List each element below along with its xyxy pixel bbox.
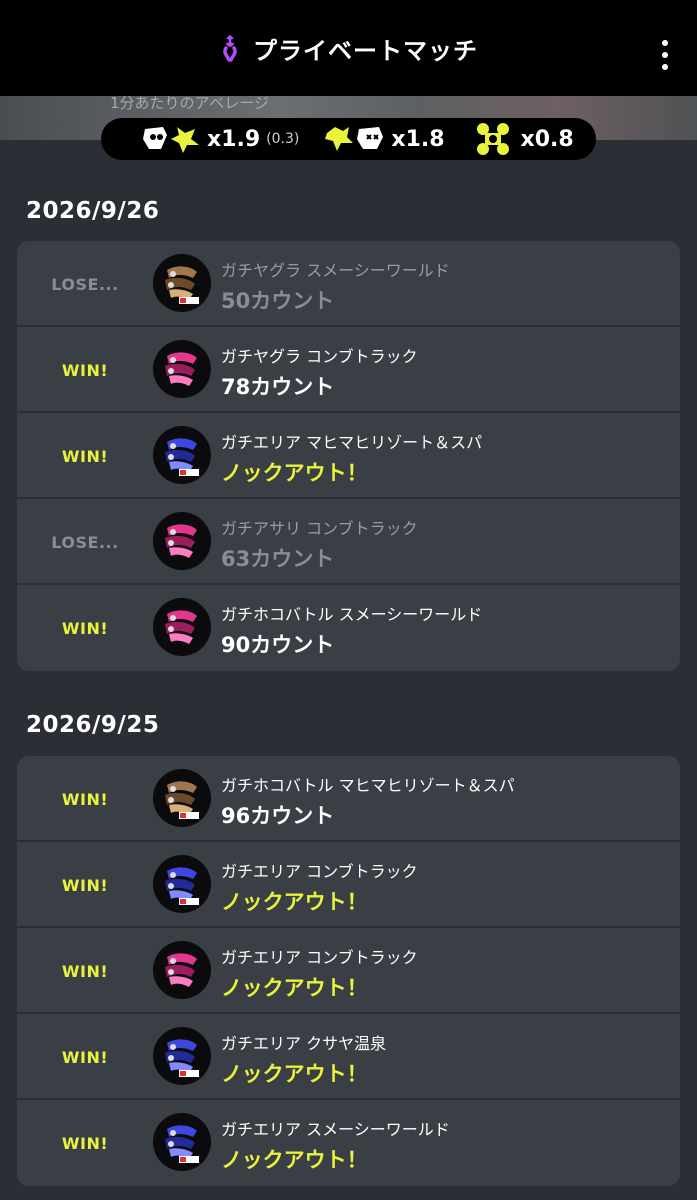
average-label: 1分あたりのアベレージ (110, 94, 269, 112)
weapon-avatar (153, 855, 211, 913)
date-heading: 2026/9/26 (26, 198, 160, 224)
specials-value: x0.8 (520, 126, 574, 152)
kills-assists-stat: x1.9 (0.3) (141, 123, 299, 155)
match-result: LOSE... (51, 274, 119, 294)
match-row[interactable]: WIN! ガチエリア コンブトラックノックアウト！ (17, 842, 680, 928)
match-score: 78カウント (221, 375, 335, 399)
match-score: 63カウント (221, 547, 335, 571)
match-row[interactable]: WIN! ガチエリア スメーシーワールドノックアウト！ (17, 1100, 680, 1186)
weapon-avatar (153, 512, 211, 570)
match-result: WIN! (61, 789, 109, 809)
special-icon (476, 123, 509, 155)
match-row[interactable]: LOSE... ガチアサリ コンブトラック 63カウント (17, 499, 680, 585)
match-row[interactable]: WIN! ガチエリア コンブトラックノックアウト！ (17, 928, 680, 1014)
mode-stage-label: ガチエリア コンブトラック (221, 948, 418, 967)
date-heading: 2026/9/25 (26, 712, 160, 738)
weapon-avatar (153, 598, 211, 656)
match-result: WIN! (61, 446, 109, 466)
weapon-avatar (153, 254, 211, 312)
match-score: 50カウント (221, 289, 335, 313)
weapon-avatar (153, 769, 211, 827)
weapon-icon (165, 953, 197, 987)
weapon-avatar (153, 426, 211, 484)
weapon-icon (165, 524, 197, 558)
match-row[interactable]: WIN! ガチヤグラ コンブトラック 78カウント (17, 327, 680, 413)
match-result: WIN! (61, 875, 109, 895)
match-result: LOSE... (51, 532, 119, 552)
weapon-avatar (153, 1027, 211, 1085)
page-title: プライベートマッチ (253, 36, 478, 65)
kills-value: x1.9 (207, 126, 261, 152)
weapon-icon (165, 781, 199, 819)
weapon-avatar (153, 1113, 211, 1171)
match-row[interactable]: WIN! ガチホコバトル マヒマヒリゾート＆スパ 96カウント (17, 756, 680, 842)
match-list-card: WIN! ガチホコバトル マヒマヒリゾート＆スパ 96カウント WIN! ガチエリア コ… (17, 756, 680, 1186)
weapon-icon (165, 610, 197, 644)
match-row[interactable]: WIN! ガチエリア クサヤ温泉ノックアウト！ (17, 1014, 680, 1100)
mode-stage-label: ガチホコバトル マヒマヒリゾート＆スパ (221, 776, 515, 795)
match-score: ノックアウト！ (221, 1062, 368, 1086)
match-row[interactable]: WIN! ガチエリア マヒマヒリゾート＆スパノックアウト！ (17, 413, 680, 499)
mode-stage-label: ガチホコバトル スメーシーワールド (221, 605, 483, 624)
match-result: WIN! (61, 961, 109, 981)
match-result: WIN! (61, 1133, 109, 1153)
weapon-icon (165, 1039, 199, 1077)
match-score: ノックアウト！ (221, 890, 368, 914)
match-score: 96カウント (221, 804, 335, 828)
match-row[interactable]: LOSE... ガチヤグラ スメーシーワールド 50カウント (17, 241, 680, 327)
match-list-card: LOSE... ガチヤグラ スメーシーワールド 50カウント WIN! ガチヤグラ コン… (17, 241, 680, 671)
match-result: WIN! (61, 1047, 109, 1067)
squid-icon (223, 35, 237, 62)
deaths-stat: x1.8 (325, 123, 445, 155)
weapon-icon (165, 1125, 199, 1163)
header-title-group: プライベートマッチ (219, 31, 478, 66)
weapon-avatar (153, 941, 211, 999)
assists-value: (0.3) (266, 131, 300, 147)
weapon-avatar (153, 340, 211, 398)
match-score: ノックアウト！ (221, 1148, 368, 1172)
mode-stage-label: ガチエリア コンブトラック (221, 862, 418, 881)
app-header: プライベートマッチ (0, 0, 697, 96)
mode-stage-label: ガチエリア クサヤ温泉 (221, 1034, 387, 1053)
mode-stage-label: ガチエリア マヒマヒリゾート＆スパ (221, 433, 483, 452)
match-score: ノックアウト！ (221, 461, 368, 485)
splatted-icon (325, 127, 384, 151)
menu-dot-icon (662, 40, 668, 46)
match-score: 90カウント (221, 633, 335, 657)
mode-stage-label: ガチエリア スメーシーワールド (221, 1120, 450, 1139)
match-score: ノックアウト！ (221, 976, 368, 1000)
more-menu-button[interactable] (659, 40, 671, 70)
weapon-icon (165, 266, 199, 304)
weapon-icon (165, 438, 199, 476)
match-result: WIN! (61, 360, 109, 380)
menu-dot-icon (662, 52, 668, 58)
menu-dot-icon (662, 64, 668, 70)
match-row[interactable]: WIN! ガチホコバトル スメーシーワールド 90カウント (17, 585, 680, 671)
weapon-icon (165, 867, 199, 905)
splat-assist-icon (143, 127, 199, 153)
mode-stage-label: ガチヤグラ スメーシーワールド (221, 261, 450, 280)
average-stats-bar: x1.9 (0.3) x1.8 x0.8 (101, 118, 596, 160)
weapon-icon (165, 352, 197, 386)
specials-stat: x0.8 (471, 121, 574, 157)
deaths-value: x1.8 (391, 126, 445, 152)
match-result: WIN! (61, 618, 109, 638)
mode-stage-label: ガチヤグラ コンブトラック (221, 347, 418, 366)
mode-stage-label: ガチアサリ コンブトラック (221, 519, 418, 538)
